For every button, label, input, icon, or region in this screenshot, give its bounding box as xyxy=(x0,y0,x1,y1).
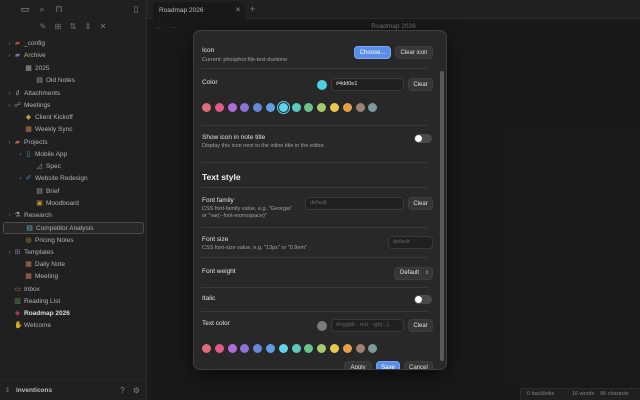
color-preview-swatch[interactable] xyxy=(317,80,327,90)
color-swatch[interactable] xyxy=(227,103,237,112)
color-swatch[interactable] xyxy=(214,344,224,353)
divider xyxy=(201,257,427,258)
color-swatch[interactable] xyxy=(330,103,339,112)
font-family-input[interactable]: default xyxy=(305,197,404,210)
chevron-updown-icon: ⇕ xyxy=(424,270,429,276)
icon-label: Icon xyxy=(202,47,215,54)
clear-icon-button[interactable]: Clear icon xyxy=(395,46,433,59)
color-swatch[interactable] xyxy=(317,344,327,353)
choose-icon-button[interactable]: Choose... xyxy=(354,46,391,59)
cancel-button[interactable]: Cancel xyxy=(404,361,433,369)
color-swatch[interactable] xyxy=(214,103,224,112)
color-hex-input[interactable]: #4dd0e1 xyxy=(331,78,404,91)
show-icon-description: Display this icon next to the inline tit… xyxy=(202,143,325,149)
font-family-description-2: or "var(--font-monospace)" xyxy=(202,213,267,219)
color-swatch[interactable] xyxy=(368,344,378,353)
text-color-clear-button[interactable]: Clear xyxy=(408,319,433,332)
text-color-palette xyxy=(202,344,382,354)
font-weight-select[interactable]: Default ⇕ xyxy=(394,267,433,280)
font-family-clear-button[interactable]: Clear xyxy=(408,197,433,210)
divider xyxy=(201,187,427,188)
color-swatch[interactable] xyxy=(278,344,288,353)
italic-toggle[interactable] xyxy=(414,295,432,304)
color-clear-button[interactable]: Clear xyxy=(408,78,433,91)
divider xyxy=(201,311,427,312)
icon-current-value: Current: phosphor:file-text-duotone xyxy=(202,57,288,63)
icon-settings-modal: Icon Current: phosphor:file-text-duotone… xyxy=(193,30,447,370)
save-button[interactable]: Save xyxy=(376,361,400,369)
text-style-heading: Text style xyxy=(202,172,241,182)
color-swatch[interactable] xyxy=(202,344,211,353)
divider xyxy=(201,287,427,288)
color-swatch[interactable] xyxy=(330,344,339,353)
color-swatch[interactable] xyxy=(266,344,275,353)
font-weight-label: Font weight xyxy=(202,268,236,275)
color-swatch[interactable] xyxy=(355,344,365,353)
italic-label: Italic xyxy=(202,295,216,302)
divider xyxy=(201,227,427,228)
font-size-description: CSS font-size value, e.g. "13px" or "0.9… xyxy=(202,245,308,251)
text-color-preview-swatch[interactable] xyxy=(317,321,327,331)
divider xyxy=(201,68,427,69)
font-size-input[interactable]: default xyxy=(388,236,433,249)
color-swatch[interactable] xyxy=(291,103,301,112)
color-swatch[interactable] xyxy=(291,344,301,353)
color-swatch[interactable] xyxy=(253,103,263,112)
color-swatch[interactable] xyxy=(342,344,352,353)
color-swatch[interactable] xyxy=(240,103,250,112)
color-swatch[interactable] xyxy=(240,344,250,353)
apply-button[interactable]: Apply xyxy=(344,361,372,369)
color-swatch[interactable] xyxy=(304,103,314,112)
divider xyxy=(201,125,427,126)
modal-scrollbar[interactable] xyxy=(440,71,444,361)
color-label: Color xyxy=(202,79,218,86)
color-swatch[interactable] xyxy=(202,103,211,112)
color-palette xyxy=(202,101,382,114)
color-swatch[interactable] xyxy=(276,101,290,114)
font-size-label: Font size xyxy=(202,236,229,243)
divider xyxy=(201,162,427,163)
text-color-label: Text color xyxy=(202,320,230,327)
font-family-description: CSS font-family value, e.g. "Georgia" xyxy=(202,206,293,212)
text-color-input[interactable]: #rrggbb · red · rgb(...) xyxy=(331,319,404,332)
color-swatch[interactable] xyxy=(355,103,365,112)
font-weight-value: Default xyxy=(400,270,420,276)
show-icon-label: Show icon in note title xyxy=(202,134,266,141)
show-icon-toggle[interactable] xyxy=(414,134,432,143)
color-swatch[interactable] xyxy=(253,344,263,353)
color-swatch[interactable] xyxy=(266,103,275,112)
font-family-label: Font family xyxy=(202,197,234,204)
color-swatch[interactable] xyxy=(227,344,237,353)
color-swatch[interactable] xyxy=(317,103,327,112)
color-swatch[interactable] xyxy=(342,103,352,112)
color-swatch[interactable] xyxy=(368,103,378,112)
color-swatch[interactable] xyxy=(304,344,314,353)
